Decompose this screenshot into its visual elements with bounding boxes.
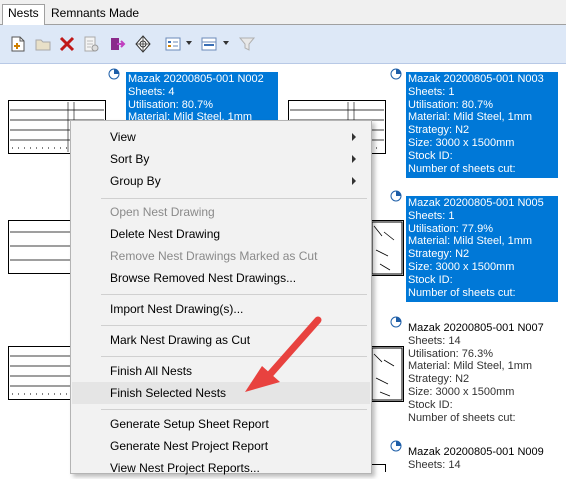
nest-sheets-cut: Number of sheets cut: — [408, 162, 516, 175]
menu-item-label: Finish All Nests — [110, 364, 193, 378]
submenu-arrow-icon — [352, 177, 356, 185]
nest-strategy: Strategy: N2 — [408, 373, 470, 386]
menu-item-label: View — [110, 130, 136, 144]
nest-info-selected[interactable]: Mazak 20200805-001 N003 Sheets: 1 Utilis… — [406, 72, 558, 178]
nest-utilisation: Utilisation: 77.9% — [408, 222, 493, 235]
nest-size: Size: 3000 x 1500mm — [408, 385, 515, 398]
nest-sheets-cut: Number of sheets cut: — [408, 411, 516, 424]
toolbar — [0, 25, 566, 64]
tab-bar: Nests Remnants Made — [0, 0, 566, 26]
nest-info[interactable]: Mazak 20200805-001 N007 Sheets: 14 Utili… — [406, 321, 558, 427]
nest-strategy: Strategy: N2 — [408, 248, 470, 261]
nest-stock-id: Stock ID: — [408, 273, 453, 286]
view-mode-icon[interactable] — [164, 35, 182, 53]
menu-item-sort-by[interactable]: Sort By — [72, 148, 370, 170]
menu-separator — [101, 294, 367, 295]
menu-separator — [101, 356, 367, 357]
nest-sheets: Sheets: 1 — [408, 209, 455, 222]
menu-item-browse-removed[interactable]: Browse Removed Nest Drawings... — [72, 267, 370, 289]
open-folder-icon[interactable] — [34, 35, 52, 53]
menu-item-view[interactable]: View — [72, 126, 370, 148]
tab-remnants-made[interactable]: Remnants Made — [46, 5, 144, 23]
nest-stock-id: Stock ID: — [408, 398, 453, 411]
nest-material: Material: Mild Steel, 1mm — [408, 360, 533, 373]
menu-item-finish-selected[interactable]: Finish Selected Nests — [72, 382, 370, 404]
menu-item-label: Browse Removed Nest Drawings... — [110, 271, 297, 285]
menu-item-delete-nest-drawing[interactable]: Delete Nest Drawing — [72, 223, 370, 245]
menu-separator — [101, 409, 367, 410]
menu-item-label: Group By — [110, 174, 161, 188]
menu-separator — [101, 198, 367, 199]
menu-item-view-project-reports[interactable]: View Nest Project Reports... — [72, 457, 370, 479]
menu-item-finish-all[interactable]: Finish All Nests — [72, 360, 370, 382]
menu-item-label: Generate Setup Sheet Report — [110, 417, 269, 431]
menu-item-setup-sheet-report[interactable]: Generate Setup Sheet Report — [72, 413, 370, 435]
nest-info-selected[interactable]: Mazak 20200805-001 N002 Sheets: 4 Utilis… — [126, 72, 278, 126]
nest-size: Size: 3000 x 1500mm — [408, 136, 515, 149]
utilisation-pie-icon — [390, 316, 402, 328]
view-mode-dropdown-icon[interactable] — [186, 41, 192, 45]
nest-utilisation: Utilisation: 80.7% — [128, 98, 213, 111]
submenu-arrow-icon — [352, 133, 356, 141]
menu-item-label: Delete Nest Drawing — [110, 227, 221, 241]
nest-sheets: Sheets: 14 — [408, 458, 461, 471]
utilisation-pie-icon — [390, 68, 402, 80]
properties-icon[interactable] — [82, 35, 100, 53]
nest-title: Mazak 20200805-001 N003 — [408, 73, 544, 85]
new-nest-icon[interactable] — [9, 35, 27, 53]
menu-item-import-nest-drawing[interactable]: Import Nest Drawing(s)... — [72, 298, 370, 320]
nest-title: Mazak 20200805-001 N009 — [408, 446, 544, 458]
nest-utilisation: Utilisation: 80.7% — [408, 98, 493, 111]
nest-sheets: Sheets: 4 — [128, 85, 175, 98]
nest-settings-icon[interactable] — [134, 35, 152, 53]
nest-material: Material: Mild Steel, 1mm — [408, 235, 533, 248]
menu-item-label: Remove Nest Drawings Marked as Cut — [110, 249, 318, 263]
menu-item-label: Mark Nest Drawing as Cut — [110, 333, 251, 347]
menu-item-nest-project-report[interactable]: Generate Nest Project Report — [72, 435, 370, 457]
nest-sheets-cut: Number of sheets cut: — [408, 286, 516, 299]
nest-sheets: Sheets: 1 — [408, 85, 455, 98]
group-mode-dropdown-icon[interactable] — [223, 41, 229, 45]
menu-item-label: Generate Nest Project Report — [110, 439, 269, 453]
nest-utilisation: Utilisation: 76.3% — [408, 347, 493, 360]
nest-strategy: Strategy: N2 — [408, 124, 470, 137]
utilisation-pie-icon — [390, 190, 402, 202]
menu-item-label: Finish Selected Nests — [110, 386, 227, 400]
menu-item-label: Import Nest Drawing(s)... — [110, 302, 244, 316]
nest-info[interactable]: Mazak 20200805-001 N009 Sheets: 14 — [406, 445, 558, 474]
utilisation-pie-icon — [108, 68, 120, 80]
nest-size: Size: 3000 x 1500mm — [408, 260, 515, 273]
group-mode-icon[interactable] — [200, 35, 218, 53]
nest-title: Mazak 20200805-001 N002 — [128, 73, 264, 85]
context-menu: View Sort By Group By Open Nest Drawing … — [70, 120, 372, 475]
menu-item-label: Open Nest Drawing — [110, 205, 215, 219]
nest-stock-id: Stock ID: — [408, 149, 453, 162]
export-icon[interactable] — [108, 35, 126, 53]
filter-icon[interactable] — [238, 35, 256, 53]
nest-info-selected[interactable]: Mazak 20200805-001 N005 Sheets: 1 Utilis… — [406, 196, 558, 302]
utilisation-pie-icon — [390, 440, 402, 452]
tab-nests[interactable]: Nests — [2, 4, 45, 26]
nest-material: Material: Mild Steel, 1mm — [408, 111, 533, 124]
nest-title: Mazak 20200805-001 N007 — [408, 322, 544, 334]
menu-separator — [101, 325, 367, 326]
nest-title: Mazak 20200805-001 N005 — [408, 197, 544, 209]
menu-item-group-by[interactable]: Group By — [72, 170, 370, 192]
menu-item-mark-as-cut[interactable]: Mark Nest Drawing as Cut — [72, 329, 370, 351]
menu-item-remove-marked-as-cut: Remove Nest Drawings Marked as Cut — [72, 245, 370, 267]
menu-item-label: View Nest Project Reports... — [110, 461, 260, 475]
menu-item-open-nest-drawing: Open Nest Drawing — [72, 201, 370, 223]
delete-x-icon[interactable] — [58, 35, 76, 53]
menu-item-label: Sort By — [110, 152, 150, 166]
nest-sheets: Sheets: 14 — [408, 334, 461, 347]
submenu-arrow-icon — [352, 155, 356, 163]
